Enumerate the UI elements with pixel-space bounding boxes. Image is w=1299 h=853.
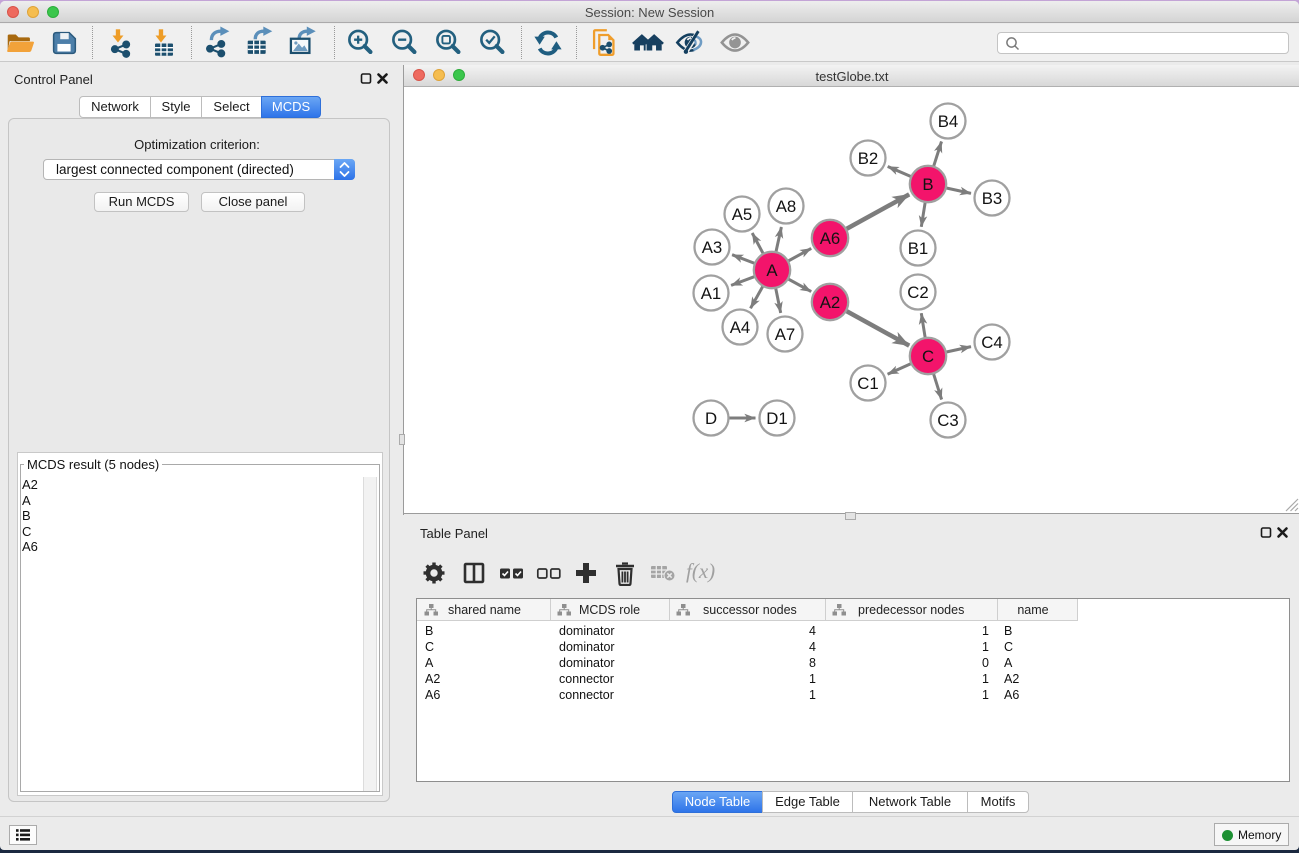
svg-text:B4: B4 (938, 112, 959, 131)
svg-text:D1: D1 (766, 409, 787, 428)
svg-text:C4: C4 (981, 333, 1002, 352)
svg-text:D: D (705, 409, 717, 428)
svg-text:B3: B3 (982, 189, 1003, 208)
svg-text:A: A (766, 261, 778, 280)
svg-text:C: C (922, 347, 934, 366)
svg-text:C2: C2 (907, 283, 928, 302)
svg-text:A5: A5 (732, 205, 753, 224)
svg-text:B1: B1 (908, 239, 929, 258)
svg-text:A1: A1 (701, 284, 722, 303)
svg-text:A6: A6 (820, 229, 841, 248)
svg-text:A3: A3 (702, 238, 723, 257)
svg-text:A8: A8 (776, 197, 797, 216)
svg-text:C1: C1 (857, 374, 878, 393)
svg-text:B2: B2 (858, 149, 879, 168)
svg-text:A2: A2 (820, 293, 841, 312)
svg-text:A4: A4 (730, 318, 751, 337)
svg-text:A7: A7 (775, 325, 796, 344)
svg-text:B: B (922, 175, 933, 194)
svg-text:C3: C3 (937, 411, 958, 430)
